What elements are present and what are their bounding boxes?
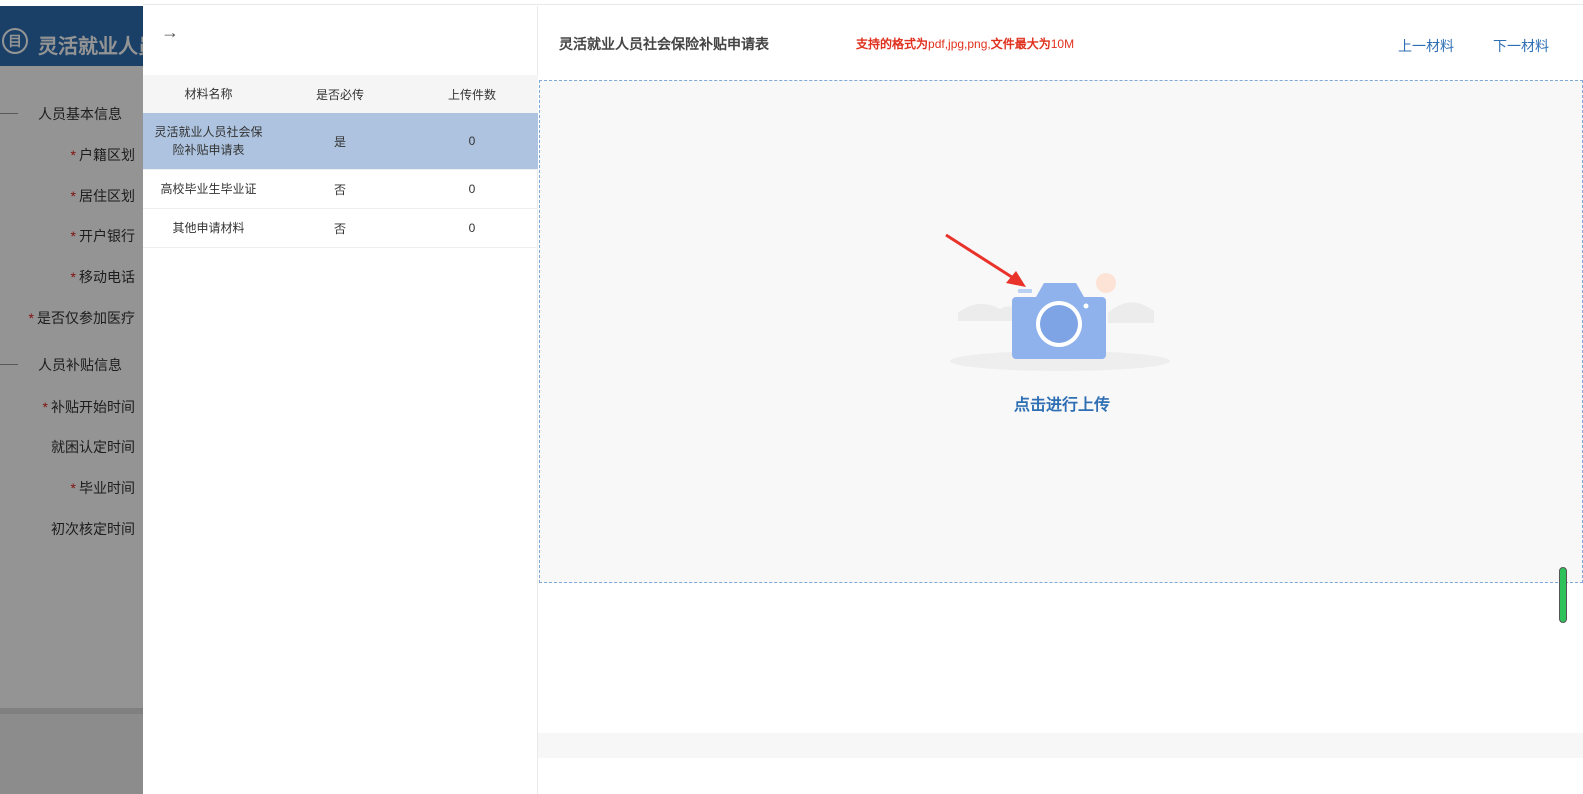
material-required: 否 xyxy=(333,221,346,236)
table-row[interactable]: 其他申请材料 否 0 xyxy=(143,209,538,248)
arrow-right-icon[interactable]: → xyxy=(161,22,179,43)
modal-overlay[interactable] xyxy=(0,0,143,794)
column-header-required: 是否必传 xyxy=(315,87,364,102)
table-row[interactable]: 灵活就业人员社会保险补贴申请表 是 0 xyxy=(143,113,538,170)
format-tip-prefix: 支持的格式为 xyxy=(856,37,929,51)
material-required: 否 xyxy=(333,182,346,197)
top-edge-line xyxy=(143,4,1583,5)
table-row[interactable]: 高校毕业生毕业证 否 0 xyxy=(143,170,538,209)
material-name: 高校毕业生毕业证 xyxy=(160,182,257,196)
material-name: 其他申请材料 xyxy=(172,221,245,235)
upload-dropzone[interactable]: 点击进行上传 xyxy=(539,80,1583,583)
material-table: 材料名称 是否必传 上传件数 灵活就业人员社会保险补贴申请表 是 0 高校毕业生… xyxy=(143,75,538,248)
bottom-strip xyxy=(538,733,1583,758)
material-count: 0 xyxy=(468,182,476,196)
scrollbar-thumb[interactable] xyxy=(1559,567,1567,623)
material-count: 0 xyxy=(468,221,476,235)
material-name: 灵活就业人员社会保险补贴申请表 xyxy=(154,125,263,157)
column-header-name: 材料名称 xyxy=(184,87,233,101)
format-tip-middle: 文件最大为 xyxy=(990,37,1051,51)
material-list-panel: → 材料名称 是否必传 上传件数 灵活就业人员社会保险补贴申请表 是 0 高校毕… xyxy=(143,6,538,794)
camera-upload-icon xyxy=(945,233,1170,371)
prev-material-button[interactable]: 上一材料 xyxy=(1398,36,1454,56)
upload-label: 点击进行上传 xyxy=(1013,397,1110,414)
format-tip-size: 10M xyxy=(1050,37,1075,51)
format-tip-formats: pdf,jpg,png, xyxy=(928,37,991,51)
material-count: 0 xyxy=(468,134,476,148)
table-header: 材料名称 是否必传 上传件数 xyxy=(143,75,538,113)
document-title: 灵活就业人员社会保险补贴申请表 xyxy=(559,36,769,52)
material-upload-drawer: → 材料名称 是否必传 上传件数 灵活就业人员社会保险补贴申请表 是 0 高校毕… xyxy=(143,6,1583,794)
upload-panel: 灵活就业人员社会保险补贴申请表 支持的格式为pdf,jpg,png,文件最大为1… xyxy=(538,6,1583,794)
format-tip: 支持的格式为pdf,jpg,png,文件最大为10M xyxy=(856,35,1074,52)
next-material-button[interactable]: 下一材料 xyxy=(1493,36,1549,56)
material-required: 是 xyxy=(333,134,346,149)
column-header-count: 上传件数 xyxy=(447,87,496,102)
